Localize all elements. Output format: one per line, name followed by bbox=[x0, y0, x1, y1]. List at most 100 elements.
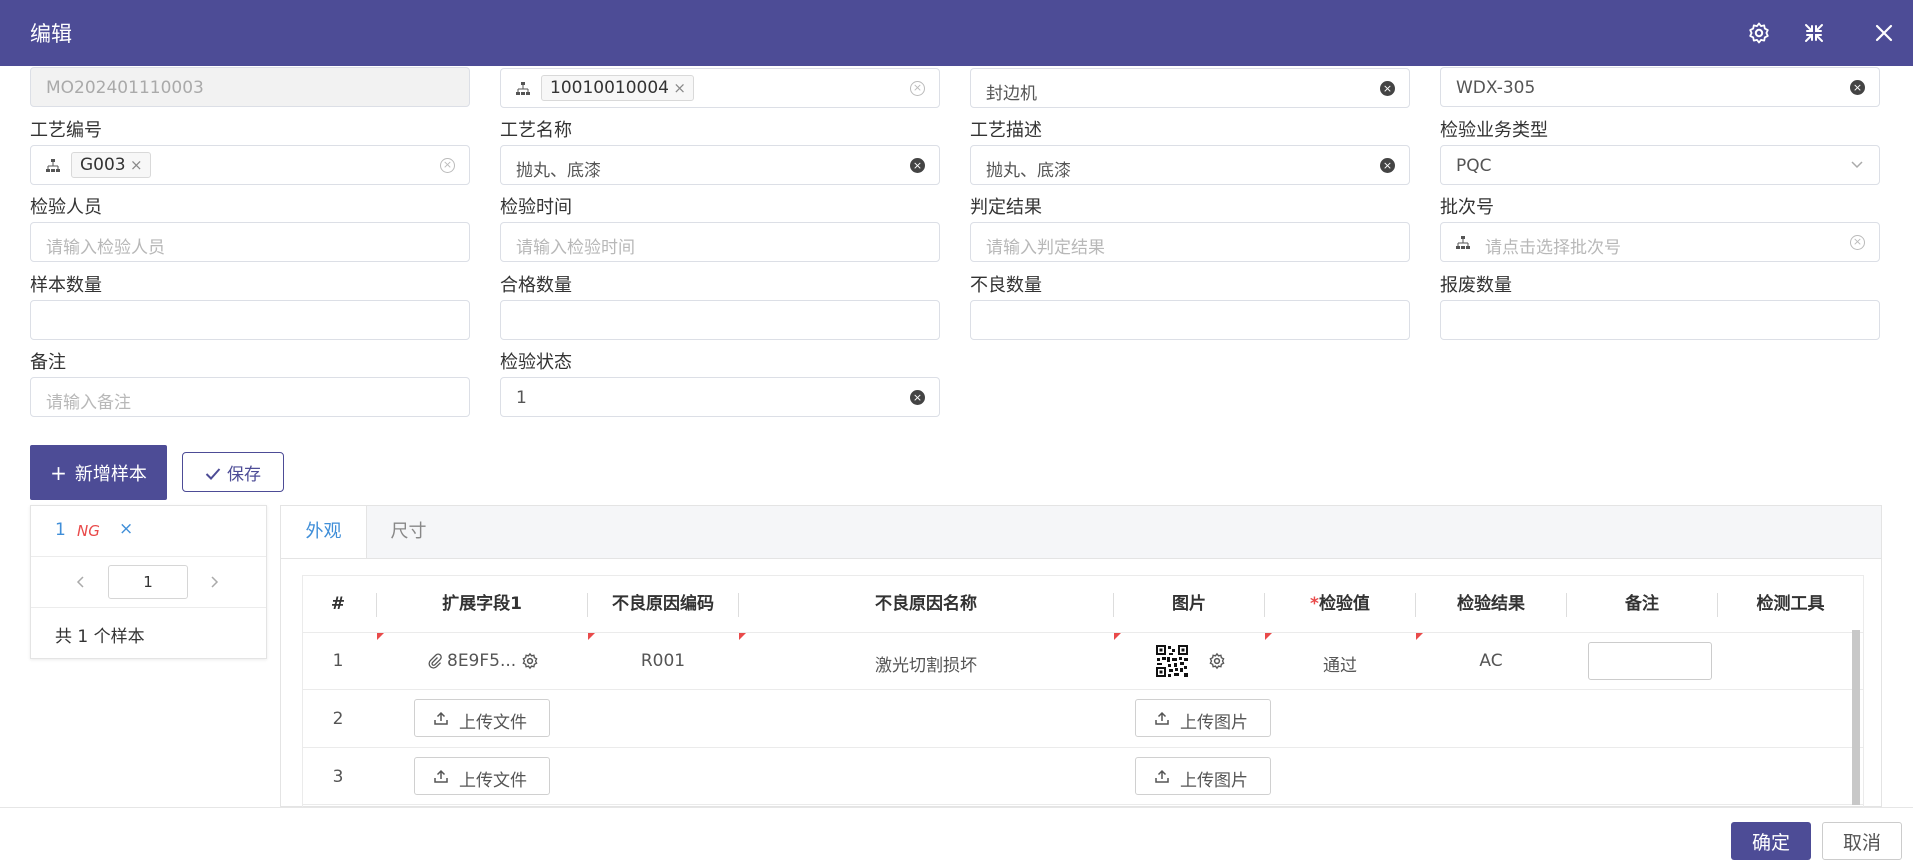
process-desc-label: 工艺描述 bbox=[970, 120, 1042, 141]
clear-icon[interactable]: × bbox=[910, 158, 925, 173]
tab-appearance[interactable]: 外观 bbox=[281, 506, 367, 558]
pass-qty-label: 合格数量 bbox=[500, 275, 572, 296]
material-select[interactable]: 10010010004 × × bbox=[500, 68, 940, 108]
check-icon bbox=[205, 467, 221, 480]
ng-badge: NG bbox=[77, 522, 100, 540]
settings-gear-icon[interactable] bbox=[1747, 21, 1771, 45]
clear-icon[interactable]: × bbox=[910, 390, 925, 405]
sample-qty-label: 样本数量 bbox=[30, 275, 102, 296]
table-scrollbar[interactable] bbox=[1852, 630, 1860, 805]
clear-icon[interactable]: × bbox=[1380, 81, 1395, 96]
confirm-button[interactable]: 确定 bbox=[1731, 822, 1811, 860]
required-mark: * bbox=[1310, 594, 1319, 614]
sample-list-panel: 1 NG × 1 共 1 个样本 bbox=[30, 505, 267, 659]
judge-result-input[interactable]: 请输入判定结果 bbox=[970, 222, 1410, 262]
tab-dimension[interactable]: 尺寸 bbox=[366, 506, 451, 558]
clear-icon[interactable]: × bbox=[1380, 158, 1395, 173]
tree-icon bbox=[1456, 236, 1470, 249]
inspection-tabs-panel: 外观 尺寸 # 扩展字段1 不良原因编码 不良原因名称 图片 *检验值 检验结果… bbox=[280, 505, 1882, 816]
scrap-qty-input[interactable] bbox=[1440, 300, 1880, 340]
col-code-header: 不良原因编码 bbox=[612, 594, 714, 614]
ext-settings-gear-icon[interactable] bbox=[521, 652, 539, 670]
inspect-time-label: 检验时间 bbox=[500, 197, 572, 218]
inspect-type-label: 检验业务类型 bbox=[1440, 120, 1548, 141]
dialog-header: 编辑 bbox=[0, 0, 1913, 66]
remark-input[interactable]: 请输入备注 bbox=[30, 377, 470, 417]
save-button[interactable]: 保存 bbox=[182, 452, 284, 492]
chevron-down-icon bbox=[1851, 161, 1863, 169]
col-name-header: 不良原因名称 bbox=[875, 594, 977, 614]
col-image-header: 图片 bbox=[1172, 594, 1206, 614]
process-code-tag: G003 × bbox=[71, 152, 151, 178]
upload-icon bbox=[434, 711, 448, 725]
ext-field-value[interactable]: 8E9F5... bbox=[447, 651, 516, 671]
bad-qty-label: 不良数量 bbox=[970, 275, 1042, 296]
device-name-field[interactable]: 封边机 × bbox=[970, 68, 1410, 108]
image-settings-gear-icon[interactable] bbox=[1208, 652, 1226, 670]
pass-qty-input[interactable] bbox=[500, 300, 940, 340]
upload-file-button[interactable]: 上传文件 bbox=[414, 757, 550, 795]
dialog-footer: 确定 取消 bbox=[0, 807, 1913, 861]
prev-page-icon[interactable] bbox=[74, 575, 88, 589]
clear-icon[interactable]: × bbox=[1850, 80, 1865, 95]
clear-icon[interactable]: × bbox=[440, 158, 455, 173]
upload-icon bbox=[1155, 711, 1169, 725]
upload-file-button[interactable]: 上传文件 bbox=[414, 699, 550, 737]
col-result-header: 检验结果 bbox=[1457, 594, 1525, 614]
process-code-select[interactable]: G003 × × bbox=[30, 145, 470, 185]
inspect-time-input[interactable]: 请输入检验时间 bbox=[500, 222, 940, 262]
inspect-status-field[interactable]: 1 × bbox=[500, 377, 940, 417]
pagination: 1 bbox=[31, 557, 266, 608]
dialog-title: 编辑 bbox=[30, 22, 72, 46]
upload-image-button[interactable]: 上传图片 bbox=[1135, 757, 1271, 795]
collapse-fullscreen-icon[interactable] bbox=[1802, 21, 1826, 45]
remark-label: 备注 bbox=[30, 352, 66, 373]
material-tag: 10010010004 × bbox=[541, 75, 694, 101]
col-tool-header: 检测工具 bbox=[1756, 594, 1825, 614]
remove-sample-icon[interactable]: × bbox=[119, 519, 133, 539]
clear-icon[interactable]: × bbox=[1850, 235, 1865, 250]
plus-icon: + bbox=[50, 460, 67, 485]
table-row: 3 上传文件 上传图片 bbox=[303, 748, 1863, 805]
col-ext-header: 扩展字段1 bbox=[442, 594, 522, 614]
judge-result-label: 判定结果 bbox=[970, 197, 1042, 218]
table-header: # 扩展字段1 不良原因编码 不良原因名称 图片 *检验值 检验结果 备注 检测… bbox=[303, 576, 1863, 633]
attachment-icon bbox=[428, 653, 442, 669]
process-code-label: 工艺编号 bbox=[30, 120, 102, 141]
process-desc-field[interactable]: 抛丸、底漆 × bbox=[970, 145, 1410, 185]
upload-icon bbox=[434, 769, 448, 783]
upload-image-button[interactable]: 上传图片 bbox=[1135, 699, 1271, 737]
remark-cell-input[interactable] bbox=[1588, 642, 1712, 680]
sample-total: 共 1 个样本 bbox=[55, 627, 145, 647]
tree-icon bbox=[46, 159, 60, 172]
col-remark-header: 备注 bbox=[1625, 594, 1659, 614]
sample-qty-input[interactable] bbox=[30, 300, 470, 340]
col-index-header: # bbox=[330, 594, 346, 614]
clear-icon[interactable]: × bbox=[910, 81, 925, 96]
table-row: 1 8E9F5... R001 激光切割损坏 通过 AC bbox=[303, 633, 1863, 690]
tab-bar: 外观 尺寸 bbox=[281, 506, 1881, 559]
process-name-field[interactable]: 抛丸、底漆 × bbox=[500, 145, 940, 185]
order-no-field: MO202401110003 bbox=[30, 67, 470, 107]
inspection-table: # 扩展字段1 不良原因编码 不良原因名称 图片 *检验值 检验结果 备注 检测… bbox=[302, 575, 1864, 816]
batch-no-label: 批次号 bbox=[1440, 197, 1494, 218]
scrap-qty-label: 报废数量 bbox=[1440, 275, 1512, 296]
inspector-label: 检验人员 bbox=[30, 197, 102, 218]
batch-no-select[interactable]: 请点击选择批次号 × bbox=[1440, 222, 1880, 262]
process-name-label: 工艺名称 bbox=[500, 120, 572, 141]
close-icon[interactable] bbox=[1872, 21, 1896, 45]
inspector-input[interactable]: 请输入检验人员 bbox=[30, 222, 470, 262]
table-row: 2 上传文件 上传图片 bbox=[303, 690, 1863, 748]
device-model-field[interactable]: WDX-305 × bbox=[1440, 67, 1880, 107]
inspect-status-label: 检验状态 bbox=[500, 352, 572, 373]
next-page-icon[interactable] bbox=[207, 575, 221, 589]
page-input[interactable]: 1 bbox=[108, 565, 188, 599]
tag-remove-icon[interactable]: × bbox=[130, 153, 143, 177]
qr-code-thumbnail-icon[interactable] bbox=[1155, 644, 1189, 678]
add-sample-button[interactable]: + 新增样本 bbox=[30, 445, 167, 500]
bad-qty-input[interactable] bbox=[970, 300, 1410, 340]
cancel-button[interactable]: 取消 bbox=[1822, 822, 1902, 860]
tag-remove-icon[interactable]: × bbox=[673, 76, 686, 100]
inspect-type-select[interactable]: PQC bbox=[1440, 145, 1880, 185]
sample-item[interactable]: 1 NG × bbox=[31, 506, 266, 557]
